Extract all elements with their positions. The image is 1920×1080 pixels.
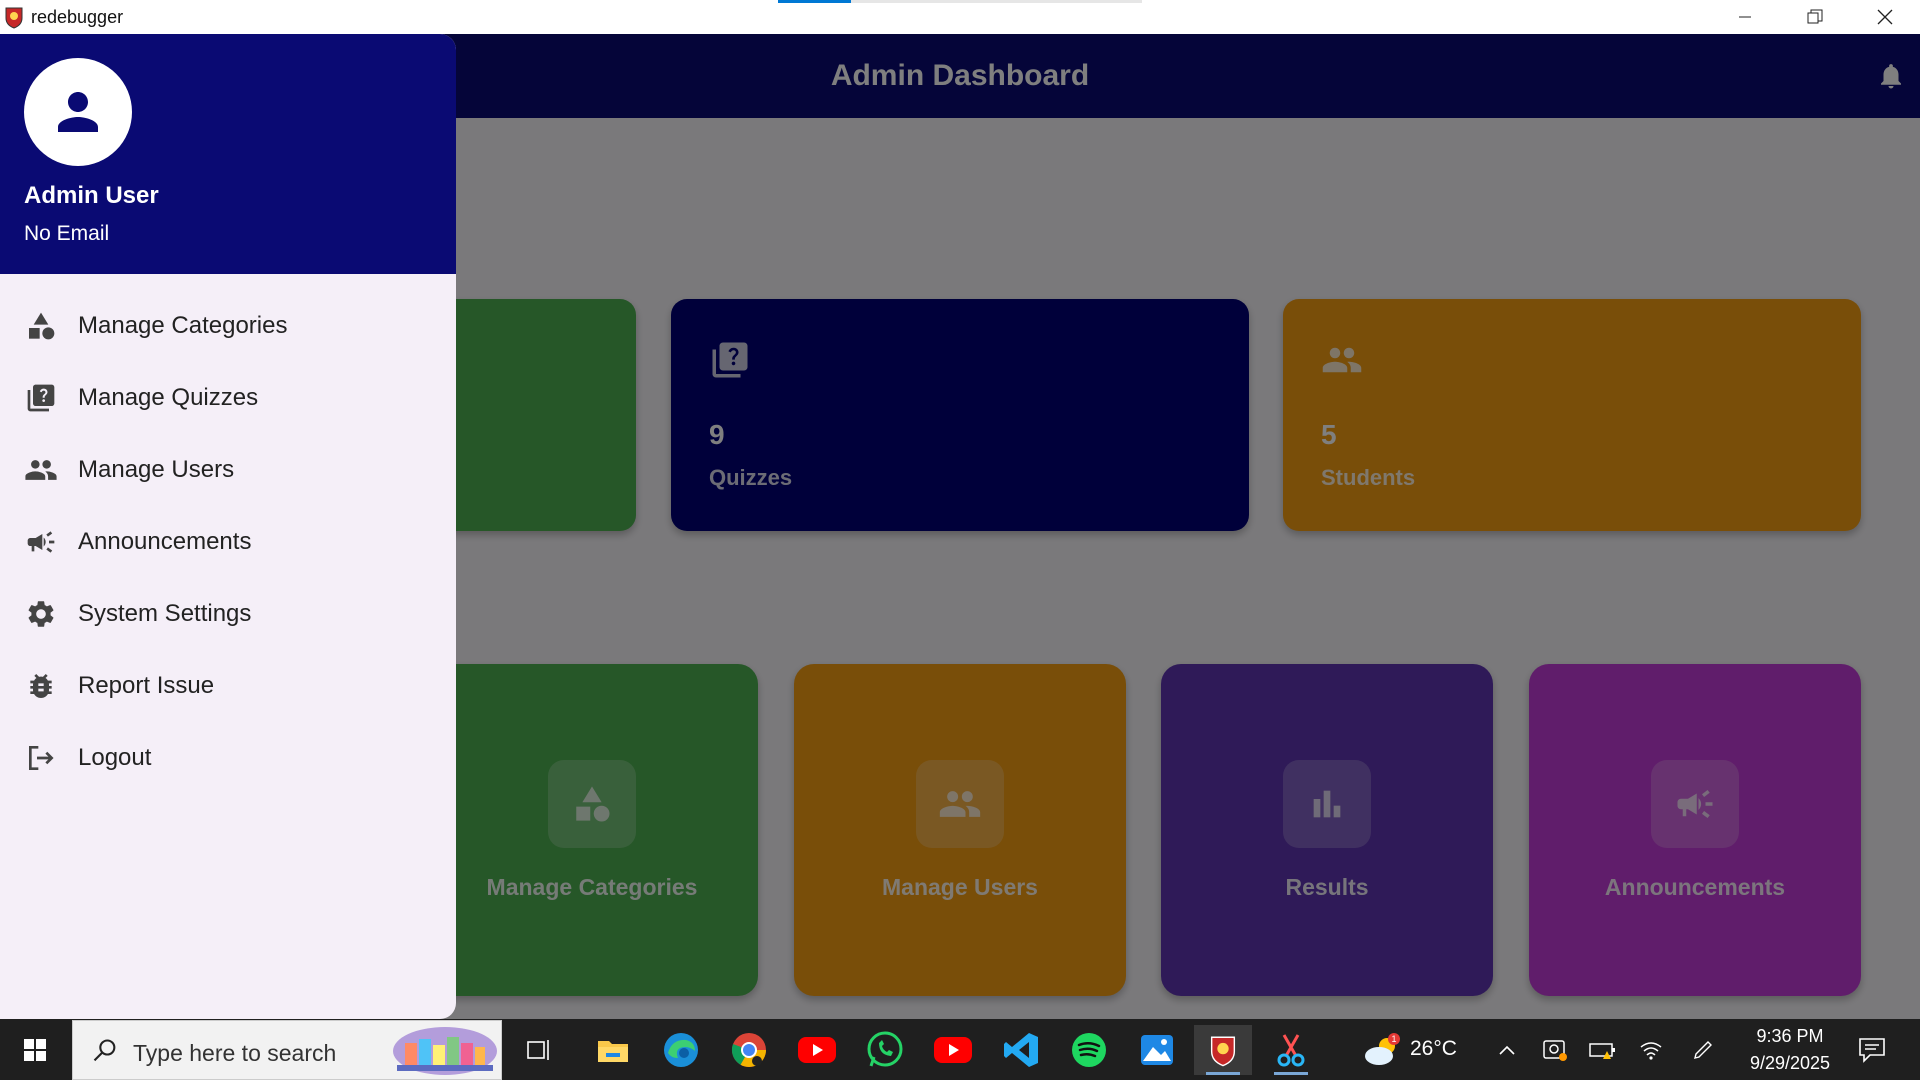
drawer-item-label: Report Issue bbox=[78, 672, 215, 699]
restore-icon bbox=[1807, 9, 1823, 24]
pen-icon bbox=[1694, 1041, 1712, 1059]
window-titlebar: redebugger bbox=[0, 0, 1920, 34]
show-hidden-icons-button[interactable] bbox=[1490, 1033, 1524, 1067]
wifi-icon bbox=[1640, 1042, 1662, 1060]
notification-center-icon bbox=[1859, 1038, 1885, 1063]
windows-taskbar: Type here to search 1 26°C 9:36 PM 9/29/… bbox=[0, 1019, 1920, 1080]
taskbar-edge[interactable] bbox=[652, 1025, 710, 1075]
drawer-item-logout[interactable]: Logout bbox=[0, 728, 456, 788]
photos-icon bbox=[1141, 1035, 1173, 1065]
whatsapp-icon bbox=[867, 1031, 903, 1067]
drawer-item-label: Manage Categories bbox=[78, 312, 288, 339]
task-view-button[interactable] bbox=[510, 1025, 568, 1075]
youtube-icon bbox=[798, 1037, 836, 1063]
drawer-item-label: Manage Quizzes bbox=[78, 384, 259, 411]
drawer-item-label: Logout bbox=[78, 744, 152, 771]
drawer-item-announcements[interactable]: Announcements bbox=[0, 512, 456, 572]
taskbar-whatsapp[interactable] bbox=[856, 1025, 914, 1075]
app-logo-icon bbox=[1210, 1036, 1236, 1067]
drawer-item-manage-quizzes[interactable]: Manage Quizzes bbox=[0, 368, 456, 428]
quiz-icon bbox=[27, 384, 55, 412]
category-icon bbox=[29, 312, 55, 340]
taskbar-youtube-2[interactable] bbox=[924, 1025, 982, 1075]
restore-button[interactable] bbox=[1780, 0, 1850, 34]
weather-temperature[interactable]: 26°C bbox=[1410, 1037, 1457, 1061]
bug-icon bbox=[30, 674, 52, 698]
taskbar-search[interactable]: Type here to search bbox=[72, 1020, 502, 1080]
taskbar-file-explorer[interactable] bbox=[584, 1025, 642, 1075]
weather-badge: 1 bbox=[1391, 1034, 1396, 1044]
start-button[interactable] bbox=[0, 1019, 70, 1080]
spotify-icon bbox=[1072, 1033, 1106, 1067]
drawer-item-label: Manage Users bbox=[78, 456, 235, 483]
minimize-button[interactable] bbox=[1710, 0, 1780, 34]
network-button[interactable] bbox=[1634, 1033, 1668, 1067]
drawer-item-system-settings[interactable]: System Settings bbox=[0, 584, 456, 644]
app-window: Admin Dashboard 9 Quizzes 5 Students bbox=[0, 34, 1920, 1019]
taskbar-redebugger[interactable] bbox=[1194, 1025, 1252, 1075]
drawer-item-manage-categories[interactable]: Manage Categories bbox=[0, 296, 456, 356]
drawer-header: Admin User No Email bbox=[0, 34, 456, 274]
drawer-item-label: System Settings bbox=[78, 600, 252, 627]
windows-logo-icon bbox=[24, 1038, 46, 1061]
close-button[interactable] bbox=[1850, 0, 1920, 34]
clock-time[interactable]: 9:36 PM bbox=[1740, 1026, 1840, 1047]
taskbar-spotify[interactable] bbox=[1060, 1025, 1118, 1075]
battery-button[interactable] bbox=[1586, 1033, 1620, 1067]
tray-app-button[interactable] bbox=[1538, 1033, 1572, 1067]
clock-date[interactable]: 9/29/2025 bbox=[1740, 1053, 1840, 1074]
active-indicator bbox=[1274, 1072, 1308, 1075]
taskbar-photos[interactable] bbox=[1128, 1025, 1186, 1075]
users-icon bbox=[25, 460, 57, 480]
gear-icon bbox=[28, 601, 54, 627]
drawer-item-report-issue[interactable]: Report Issue bbox=[0, 656, 456, 716]
close-icon bbox=[1877, 9, 1893, 25]
battery-warning-icon bbox=[1589, 1043, 1615, 1059]
search-highlight-illustration bbox=[393, 1027, 497, 1075]
person-icon bbox=[58, 92, 98, 132]
pen-menu-button[interactable] bbox=[1686, 1033, 1720, 1067]
drawer-item-label: Announcements bbox=[78, 528, 252, 555]
vscode-icon bbox=[1004, 1033, 1038, 1067]
logout-icon bbox=[29, 746, 54, 770]
app-logo-icon bbox=[5, 7, 23, 29]
weather-widget[interactable]: 1 bbox=[1360, 1033, 1404, 1067]
megaphone-icon bbox=[27, 531, 55, 553]
youtube-icon bbox=[934, 1037, 972, 1063]
active-indicator bbox=[1206, 1072, 1240, 1075]
folder-icon bbox=[598, 1041, 628, 1062]
taskbar-chrome[interactable] bbox=[720, 1025, 778, 1075]
navigation-drawer: Admin User No Email Manage Categories Ma… bbox=[0, 34, 456, 1019]
loading-progress bbox=[778, 0, 1142, 3]
user-name: Admin User bbox=[24, 182, 159, 209]
weather-cloudy-icon: 1 bbox=[1365, 1033, 1400, 1065]
snipping-tool-icon bbox=[1277, 1034, 1305, 1067]
edge-browser-icon bbox=[664, 1033, 698, 1067]
minimize-icon bbox=[1739, 16, 1751, 18]
chevron-up-icon bbox=[1499, 1045, 1515, 1055]
taskbar-vscode[interactable] bbox=[992, 1025, 1050, 1075]
avatar bbox=[24, 58, 132, 166]
window-title: redebugger bbox=[31, 7, 124, 27]
taskbar-snipping-tool[interactable] bbox=[1262, 1025, 1320, 1075]
tray-app-icon bbox=[1543, 1040, 1567, 1061]
notifications-button[interactable] bbox=[1852, 1033, 1892, 1067]
drawer-item-manage-users[interactable]: Manage Users bbox=[0, 440, 456, 500]
search-icon bbox=[93, 1039, 116, 1062]
search-placeholder: Type here to search bbox=[133, 1040, 337, 1066]
taskbar-youtube[interactable] bbox=[788, 1025, 846, 1075]
task-view-icon bbox=[527, 1040, 549, 1060]
user-email: No Email bbox=[24, 222, 110, 245]
chrome-browser-icon bbox=[731, 1033, 766, 1067]
